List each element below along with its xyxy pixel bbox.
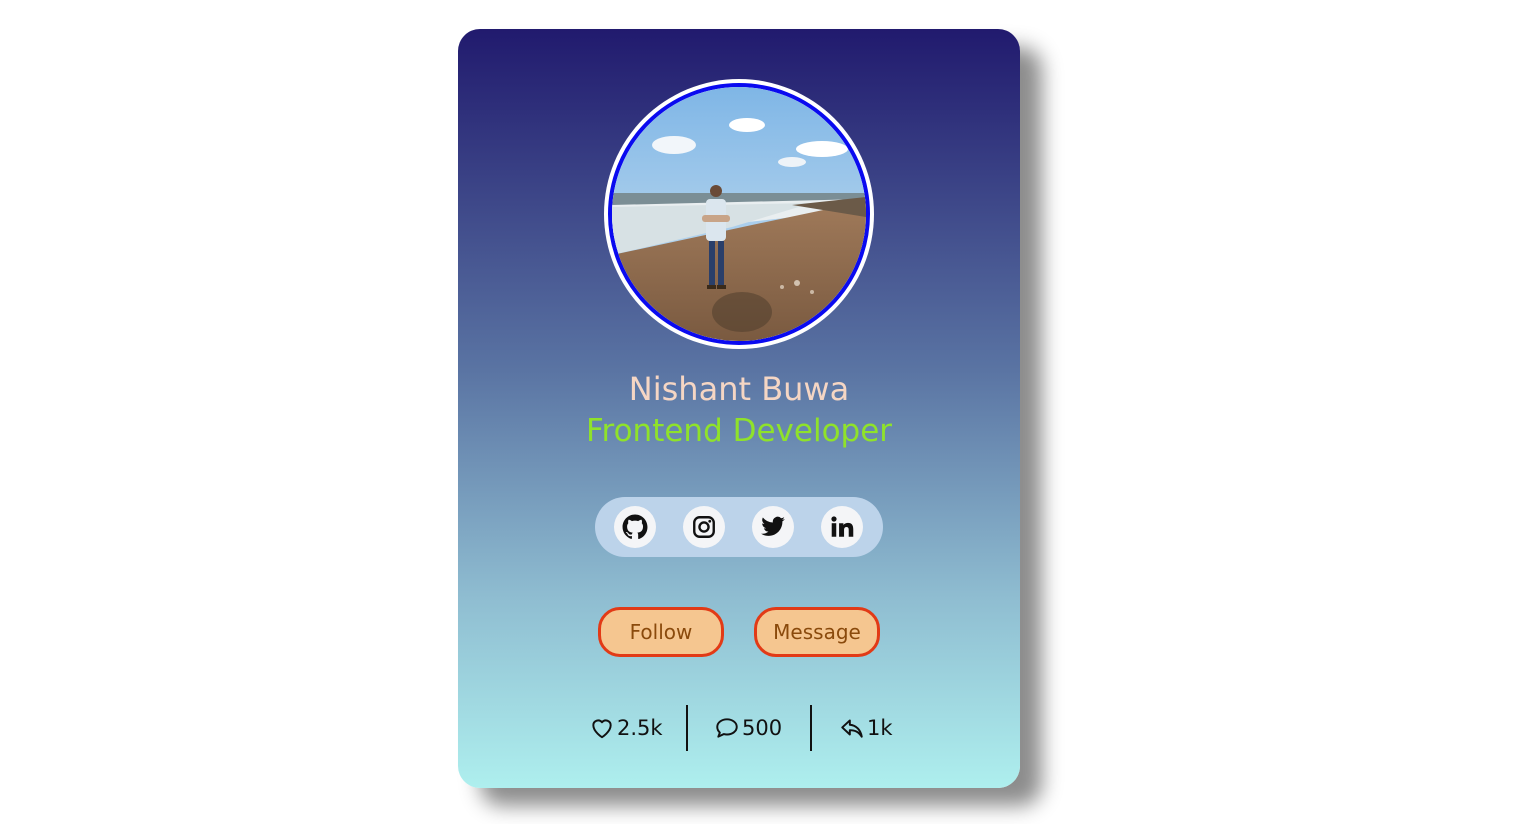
instagram-icon [693, 516, 715, 538]
linkedin-icon [831, 516, 854, 537]
comment-icon [716, 718, 738, 738]
profile-role: Frontend Developer [585, 413, 893, 449]
message-button[interactable]: Message [754, 607, 880, 657]
likes-stat[interactable]: 2.5k [589, 705, 663, 751]
profile-card: Nishant Buwa Frontend Developer Follow M… [458, 29, 1020, 788]
social-links-bar [595, 497, 883, 557]
shares-stat[interactable]: 1k [839, 705, 893, 751]
linkedin-link[interactable] [821, 506, 863, 548]
stats-divider [810, 705, 812, 751]
twitter-link[interactable] [752, 506, 794, 548]
instagram-link[interactable] [683, 506, 725, 548]
comments-count: 500 [742, 716, 783, 740]
follow-button[interactable]: Follow [598, 607, 724, 657]
twitter-icon [761, 516, 785, 536]
avatar-ring [604, 79, 874, 349]
avatar-photo [612, 87, 866, 341]
heart-icon [592, 719, 612, 739]
shares-count: 1k [867, 716, 893, 740]
github-icon [622, 514, 648, 539]
profile-name: Nishant Buwa [628, 370, 850, 408]
reply-icon [841, 719, 863, 738]
github-link[interactable] [614, 506, 656, 548]
stats-divider [686, 705, 688, 751]
comments-stat[interactable]: 500 [714, 705, 782, 751]
likes-count: 2.5k [617, 716, 663, 740]
avatar [608, 83, 870, 345]
stats-bar: 2.5k 500 1k [458, 705, 1020, 751]
